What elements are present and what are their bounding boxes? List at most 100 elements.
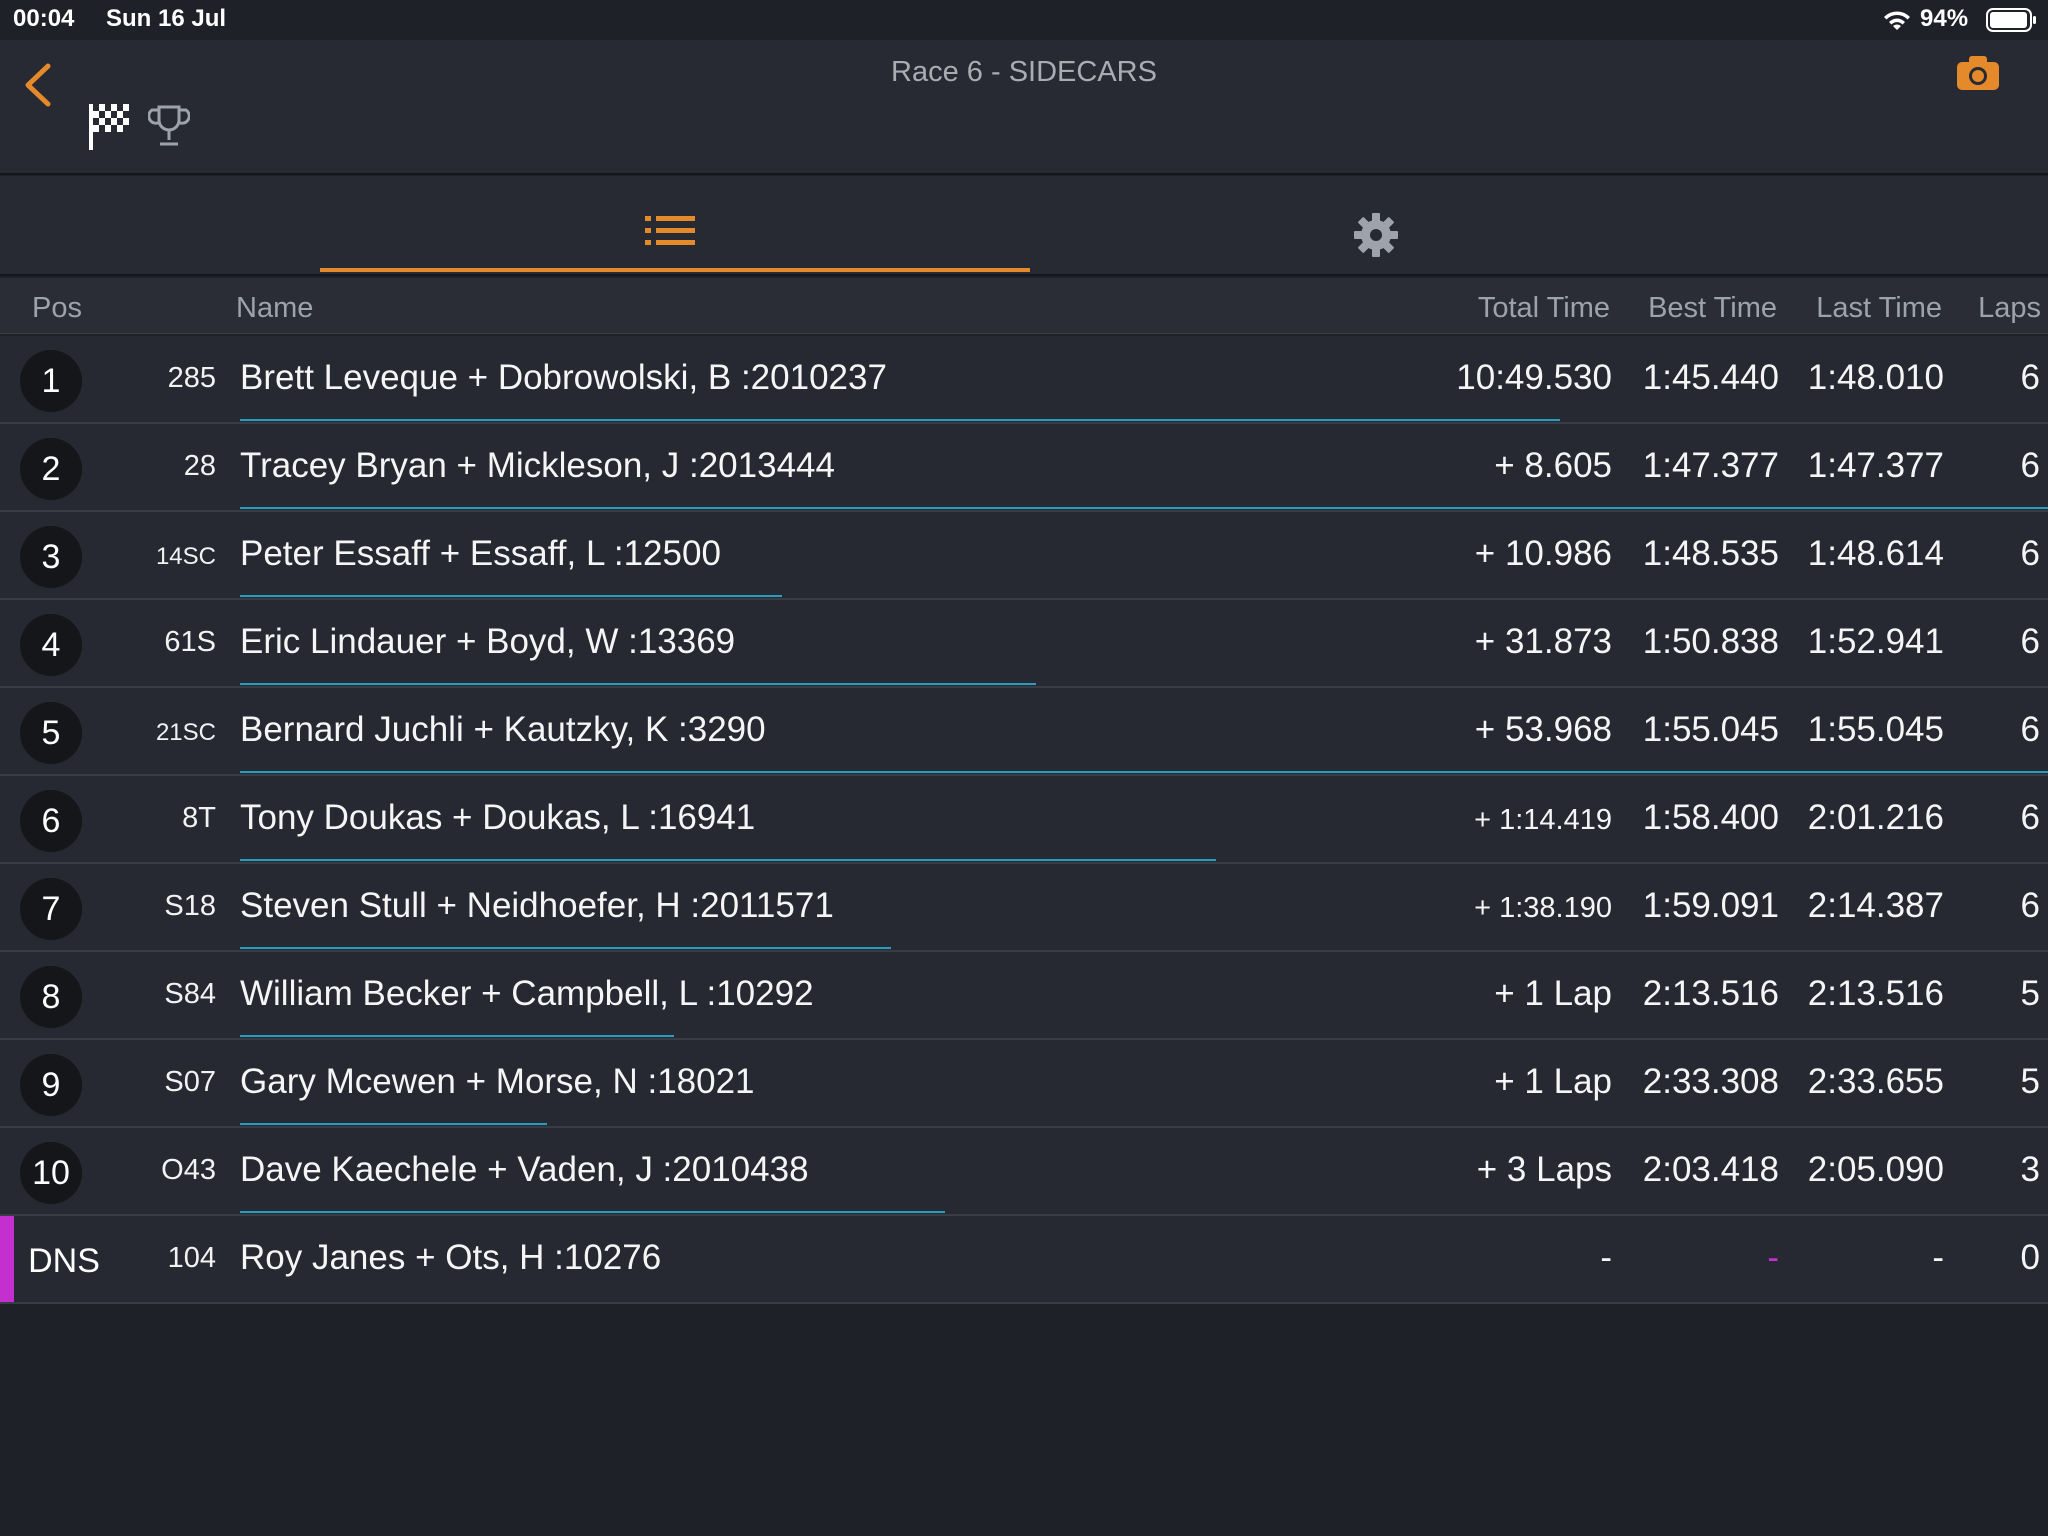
total-time: + 1 Lap [1494, 974, 1612, 1013]
total-time: + 10.986 [1474, 534, 1612, 573]
last-time: 1:55.045 [1807, 710, 1944, 749]
last-time: 1:52.941 [1807, 622, 1944, 661]
car-number: 14SC [155, 543, 216, 570]
rider-name: Eric Lindauer + Boyd, W :13369 [240, 622, 736, 661]
rider-name: Peter Essaff + Essaff, L :12500 [240, 534, 721, 573]
lap-progress-bar [240, 947, 891, 949]
checkered-flag-icon[interactable] [86, 100, 132, 152]
best-time: 2:13.516 [1642, 974, 1779, 1013]
car-number: 8T [182, 802, 216, 834]
car-number: S18 [164, 890, 216, 922]
lap-progress-bar [240, 507, 2048, 509]
total-time: - [1600, 1238, 1612, 1277]
lap-progress-bar [240, 1123, 547, 1125]
table-row[interactable]: DNS 104 Roy Janes + Ots, H :10276 - - - 0 [0, 1216, 2048, 1304]
position-badge: 9 [20, 1054, 82, 1116]
trophy-icon[interactable] [148, 104, 190, 148]
car-number: S84 [164, 978, 216, 1010]
table-row[interactable]: 7 S18 Steven Stull + Neidhoefer, H :201157… [0, 864, 2048, 952]
page-title: Race 6 - SIDECARS [891, 56, 1157, 88]
total-time: + 8.605 [1494, 446, 1612, 485]
status-time: 00:04 [13, 5, 75, 32]
header-laps[interactable]: Laps [1978, 292, 2041, 325]
table-row[interactable]: 8 S84 William Becker + Campbell, L :10292 +… [0, 952, 2048, 1040]
rider-name: Dave Kaechele + Vaden, J :2010438 [240, 1150, 809, 1189]
header-last-time[interactable]: Last Time [1816, 292, 1942, 325]
laps: 6 [2020, 886, 2040, 925]
table-row[interactable]: 4 61S Eric Lindauer + Boyd, W :13369 + 31.8… [0, 600, 2048, 688]
laps: 5 [2020, 1062, 2040, 1101]
gear-icon [1354, 213, 1398, 257]
list-icon [645, 216, 695, 245]
tab-bar [0, 176, 2048, 276]
best-time: 2:33.308 [1642, 1062, 1779, 1101]
lap-progress-bar [240, 1035, 674, 1037]
car-number: 61S [164, 626, 216, 658]
last-time: - [1932, 1238, 1944, 1277]
table-row[interactable]: 5 21SC Bernard Juchli + Kautzky, K :3290 + … [0, 688, 2048, 776]
dns-indicator [0, 1216, 14, 1302]
position-badge: DNS [28, 1242, 100, 1280]
best-time: - [1767, 1238, 1779, 1277]
laps: 6 [2020, 798, 2040, 837]
tab-results-list[interactable] [320, 176, 1030, 272]
laps: 6 [2020, 358, 2040, 397]
table-row[interactable]: 10 O43 Dave Kaechele + Vaden, J :2010438 + … [0, 1128, 2048, 1216]
laps: 6 [2020, 534, 2040, 573]
table-row[interactable]: 2 28 Tracey Bryan + Mickleson, J :2013444 +… [0, 424, 2048, 512]
header-pos[interactable]: Pos [32, 292, 82, 325]
car-number: S07 [164, 1066, 216, 1098]
rider-name: Tony Doukas + Doukas, L :16941 [240, 798, 756, 837]
laps: 6 [2020, 622, 2040, 661]
position-badge: 10 [20, 1142, 82, 1204]
laps: 0 [2020, 1238, 2040, 1277]
navigation-bar: Race 6 - SIDECARS [0, 40, 2048, 175]
last-time: 2:33.655 [1807, 1062, 1944, 1101]
car-number: O43 [161, 1154, 216, 1186]
last-time: 2:14.387 [1807, 886, 1944, 925]
position-badge: 3 [20, 526, 82, 588]
rider-name: Roy Janes + Ots, H :10276 [240, 1238, 662, 1277]
position-badge: 8 [20, 966, 82, 1028]
table-row[interactable]: 9 S07 Gary Mcewen + Morse, N :18021 + 1 Lap… [0, 1040, 2048, 1128]
race-results-screen: 00:04 Sun 16 Jul 94% Race 6 - SIDECARS P… [0, 0, 2048, 1536]
table-row[interactable]: 1 285 Brett Leveque + Dobrowolski, B :2010… [0, 336, 2048, 424]
rider-name: Gary Mcewen + Morse, N :18021 [240, 1062, 755, 1101]
status-bar: 00:04 Sun 16 Jul 94% [0, 0, 2048, 40]
position-badge: 2 [20, 438, 82, 500]
total-time: + 53.968 [1474, 710, 1612, 749]
header-name[interactable]: Name [236, 292, 313, 325]
car-number: 104 [167, 1242, 216, 1274]
results-list: 1 285 Brett Leveque + Dobrowolski, B :2010… [0, 336, 2048, 1304]
last-time: 1:48.010 [1807, 358, 1944, 397]
position-badge: 4 [20, 614, 82, 676]
lap-progress-bar [240, 595, 782, 597]
position-badge: 7 [20, 878, 82, 940]
laps: 6 [2020, 446, 2040, 485]
total-time: + 3 Laps [1476, 1150, 1612, 1189]
best-time: 1:58.400 [1642, 798, 1779, 837]
last-time: 2:05.090 [1807, 1150, 1944, 1189]
table-row[interactable]: 6 8T Tony Doukas + Doukas, L :16941 + 1:14.… [0, 776, 2048, 864]
camera-icon[interactable] [1955, 54, 2001, 92]
status-date: Sun 16 Jul [106, 5, 227, 32]
car-number: 28 [183, 450, 216, 482]
battery-percent: 94% [1920, 5, 1969, 32]
lap-progress-bar [240, 683, 1036, 685]
tab-settings[interactable] [1030, 176, 1720, 272]
last-time: 1:47.377 [1807, 446, 1944, 485]
header-total-time[interactable]: Total Time [1478, 292, 1610, 325]
rider-name: Tracey Bryan + Mickleson, J :2013444 [240, 446, 835, 485]
total-time: + 31.873 [1474, 622, 1612, 661]
rider-name: William Becker + Campbell, L :10292 [240, 974, 814, 1013]
laps: 6 [2020, 710, 2040, 749]
header-best-time[interactable]: Best Time [1648, 292, 1777, 325]
total-time: + 1:14.419 [1474, 804, 1612, 836]
wifi-icon [1884, 11, 1910, 30]
rider-name: Brett Leveque + Dobrowolski, B :2010237 [240, 358, 887, 397]
best-time: 2:03.418 [1642, 1150, 1779, 1189]
table-row[interactable]: 3 14SC Peter Essaff + Essaff, L :12500 + 10… [0, 512, 2048, 600]
lap-progress-bar [240, 859, 1216, 861]
laps: 5 [2020, 974, 2040, 1013]
total-time: + 1:38.190 [1474, 892, 1612, 924]
